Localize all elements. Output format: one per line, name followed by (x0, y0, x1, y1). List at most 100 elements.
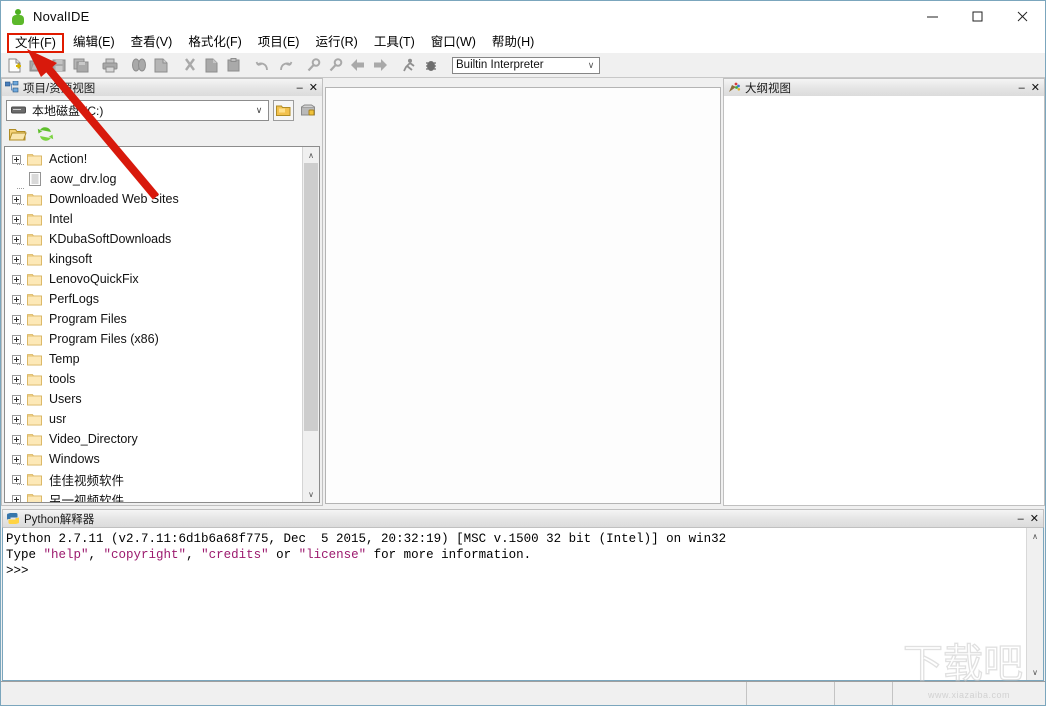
tree-expand-icon[interactable] (5, 254, 27, 265)
scroll-track[interactable] (303, 163, 319, 486)
paste-icon[interactable] (223, 55, 245, 76)
minimize-button[interactable] (910, 1, 955, 32)
menu-file[interactable]: 文件(F) (7, 32, 64, 53)
tree-item-perflogs[interactable]: PerfLogs (5, 289, 302, 309)
status-cell-main (1, 682, 747, 705)
tree-expand-icon[interactable] (5, 354, 27, 365)
chevron-down-icon: ∨ (255, 104, 263, 115)
copy-icon[interactable] (201, 55, 223, 76)
package-button[interactable] (298, 100, 319, 121)
tree-item-[interactable]: 佳佳视频软件 (5, 469, 302, 489)
menu-view[interactable]: 查看(V) (123, 33, 181, 52)
tree-expand-icon[interactable] (5, 334, 27, 345)
file-tree-scrollbar[interactable]: ∧ ∨ (302, 147, 319, 502)
tree-item-temp[interactable]: Temp (5, 349, 302, 369)
outline-panel-close[interactable]: ✕ (1031, 82, 1040, 93)
tree-expand-icon[interactable] (5, 474, 27, 485)
tree-expand-icon[interactable] (5, 374, 27, 385)
save-all-icon[interactable] (70, 55, 92, 76)
zoom-out-icon[interactable] (325, 55, 347, 76)
tree-item-users[interactable]: Users (5, 389, 302, 409)
tree-expand-icon[interactable] (5, 394, 27, 405)
drive-row: 本地磁盘 (C:) ∨ (2, 96, 322, 122)
tree-item-program-files-x86[interactable]: Program Files (x86) (5, 329, 302, 349)
tree-expand-icon[interactable] (5, 434, 27, 445)
editor-surface[interactable] (325, 87, 721, 504)
menu-help[interactable]: 帮助(H) (484, 33, 542, 52)
tree-item-kdubasoftdownloads[interactable]: KDubaSoftDownloads (5, 229, 302, 249)
save-file-icon[interactable] (48, 55, 70, 76)
tree-item-action[interactable]: Action! (5, 149, 302, 169)
tree-expand-icon[interactable] (5, 154, 27, 165)
redo-icon[interactable] (274, 55, 296, 76)
print-icon[interactable] (99, 55, 121, 76)
tree-item-usr[interactable]: usr (5, 409, 302, 429)
interpreter-selector[interactable]: Builtin Interpreter ∨ (452, 56, 600, 74)
folder-icon (27, 433, 49, 446)
menu-project[interactable]: 项目(E) (250, 33, 308, 52)
find-icon[interactable] (128, 55, 150, 76)
project-panel-minimize[interactable]: – (297, 82, 303, 93)
console-scroll-up-button[interactable]: ∧ (1027, 528, 1043, 544)
tree-item-program-files[interactable]: Program Files (5, 309, 302, 329)
zoom-in-icon[interactable] (303, 55, 325, 76)
undo-icon[interactable] (252, 55, 274, 76)
tree-expand-icon[interactable] (5, 414, 27, 425)
tree-item-aow-drv-log[interactable]: aow_drv.log (5, 169, 302, 189)
tree-expand-icon[interactable] (5, 194, 27, 205)
console-scroll-down-button[interactable]: ∨ (1027, 664, 1043, 680)
menu-edit[interactable]: 编辑(E) (65, 33, 123, 52)
back-arrow-icon[interactable] (347, 55, 369, 76)
console-output[interactable]: Python 2.7.11 (v2.7.11:6d1b6a68f775, Dec… (3, 528, 1026, 680)
outline-panel-minimize[interactable]: – (1019, 82, 1025, 93)
interpreter-value: Builtin Interpreter (456, 59, 544, 71)
cut-icon[interactable] (179, 55, 201, 76)
tree-item-downloaded-web-sites[interactable]: Downloaded Web Sites (5, 189, 302, 209)
console-panel-minimize[interactable]: – (1018, 513, 1024, 524)
tree-item-lenovoquickfix[interactable]: LenovoQuickFix (5, 269, 302, 289)
console-panel-close[interactable]: ✕ (1030, 513, 1039, 524)
scroll-up-button[interactable]: ∧ (303, 147, 319, 163)
scroll-down-button[interactable]: ∨ (303, 486, 319, 502)
refresh-button[interactable] (36, 125, 55, 143)
menu-format[interactable]: 格式化(F) (180, 33, 249, 52)
find-in-files-icon[interactable] (150, 55, 172, 76)
toolbar-separator (121, 56, 128, 74)
maximize-button[interactable] (955, 1, 1000, 32)
scroll-thumb[interactable] (304, 163, 318, 432)
project-panel-close[interactable]: ✕ (309, 82, 318, 93)
tree-item-video-directory[interactable]: Video_Directory (5, 429, 302, 449)
run-icon[interactable] (398, 55, 420, 76)
tree-item-[interactable]: 另一视频软件 (5, 489, 302, 502)
menu-tools[interactable]: 工具(T) (366, 33, 423, 52)
file-icon (27, 172, 50, 186)
tree-expand-icon[interactable] (5, 274, 27, 285)
tree-expand-icon[interactable] (5, 214, 27, 225)
tree-expand-icon[interactable] (5, 234, 27, 245)
browse-folder-button[interactable] (273, 99, 294, 121)
drive-selector[interactable]: 本地磁盘 (C:) ∨ (6, 99, 269, 121)
tree-expand-icon[interactable] (5, 454, 27, 465)
tree-item-windows[interactable]: Windows (5, 449, 302, 469)
tree-expand-icon[interactable] (5, 494, 27, 502)
forward-arrow-icon[interactable] (369, 55, 391, 76)
open-folder-button[interactable] (8, 125, 27, 143)
tree-item-tools[interactable]: tools (5, 369, 302, 389)
folder-icon (27, 193, 49, 206)
console-scroll-track[interactable] (1027, 544, 1043, 664)
new-file-icon[interactable] (4, 55, 26, 76)
debug-icon[interactable] (420, 55, 442, 76)
open-file-icon[interactable] (26, 55, 48, 76)
file-tree[interactable]: Action! aow_drv.log Downloaded Web Sites In… (5, 147, 302, 502)
hard-drive-icon (11, 106, 26, 113)
tree-expand-icon[interactable] (5, 294, 27, 305)
tree-expand-icon[interactable] (5, 314, 27, 325)
close-button[interactable] (1000, 1, 1045, 32)
menu-run[interactable]: 运行(R) (307, 33, 365, 52)
menu-window[interactable]: 窗口(W) (423, 33, 484, 52)
project-panel-body: 本地磁盘 (C:) ∨ Action! aow_drv.log Download… (1, 96, 323, 506)
console-scrollbar[interactable]: ∧ ∨ (1026, 528, 1043, 680)
tree-item-intel[interactable]: Intel (5, 209, 302, 229)
tree-item-kingsoft[interactable]: kingsoft (5, 249, 302, 269)
outline-panel-body[interactable] (723, 96, 1045, 506)
